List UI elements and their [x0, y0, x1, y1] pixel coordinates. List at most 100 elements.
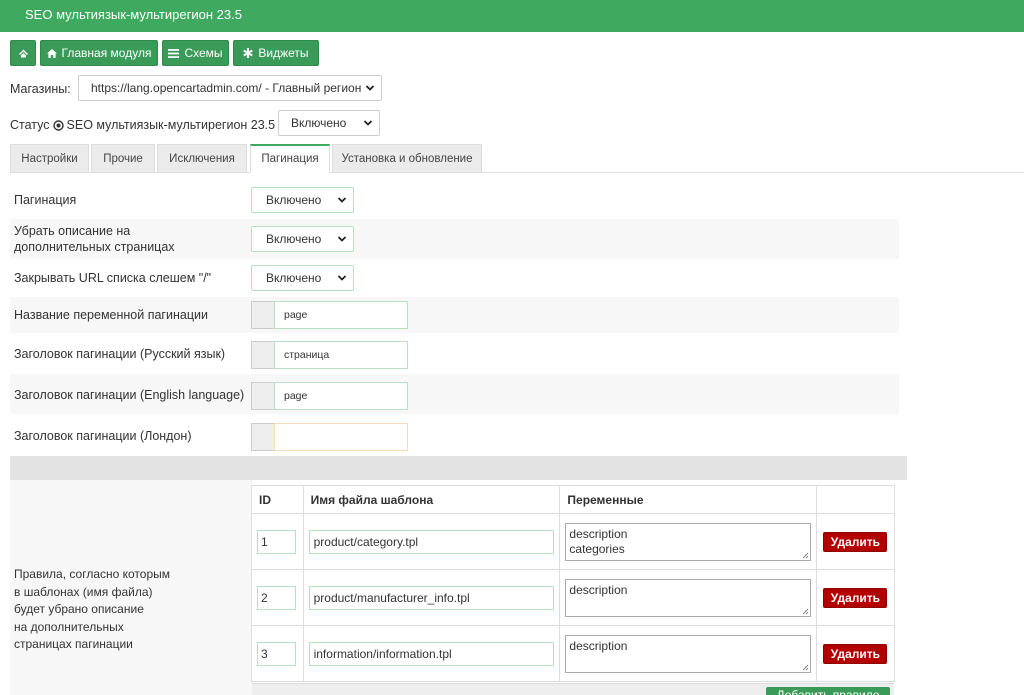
rule-vars-line: description [569, 526, 628, 541]
widgets-button[interactable]: Виджеты [233, 40, 319, 66]
module-main-label: Главная модуля [61, 46, 152, 60]
input-addon [251, 341, 274, 369]
resize-grip-icon[interactable] [802, 552, 809, 559]
pagination-select[interactable]: Включено [251, 187, 354, 213]
setting-row-var-name: Название переменной пагинации page [10, 297, 899, 333]
widgets-label: Виджеты [258, 46, 309, 60]
pagination-label: Пагинация [14, 193, 77, 207]
chevron-down-icon [337, 197, 347, 203]
rules-label: Правила, согласно которым в шаблонах (им… [14, 566, 170, 654]
tab-pagination[interactable]: Пагинация [250, 144, 330, 173]
tab-exceptions[interactable]: Исключения [157, 144, 247, 173]
remove-desc-select[interactable]: Включено [251, 226, 354, 252]
chevron-down-icon [363, 120, 373, 126]
var-name-input-group: page [251, 301, 408, 329]
section-divider [10, 456, 907, 480]
setting-row-title-london: Заголовок пагинации (Лондон) [10, 414, 899, 456]
home-icon [18, 49, 28, 58]
rule-id-input[interactable]: 1 [257, 529, 296, 554]
tab-other-label: Прочие [103, 152, 143, 165]
resize-grip-icon[interactable] [802, 664, 809, 671]
rule-vars-line: description [569, 638, 628, 653]
rules-label-line: в шаблонах (имя файла) [14, 584, 153, 599]
input-addon [251, 301, 274, 329]
table-row: 1 product/category.tpl description categ… [251, 513, 895, 570]
store-select-value: https://lang.opencartadmin.com/ - Главны… [91, 81, 362, 95]
column-header-file: Имя файла шаблона [302, 485, 561, 514]
rule-file-input[interactable]: information/information.tpl [308, 641, 554, 666]
remove-desc-label-line1: Убрать описание на [14, 224, 131, 238]
delete-rule-button[interactable]: Удалить [823, 643, 888, 664]
tab-pagination-label: Пагинация [261, 153, 319, 165]
status-label-suffix: SEO мультиязык-мультирегион 23.5 [66, 118, 276, 132]
setting-row-pagination: Пагинация Включено [10, 180, 899, 220]
chevron-down-icon [337, 236, 347, 242]
close-url-select[interactable]: Включено [251, 265, 354, 291]
rules-label-line: Правила, согласно которым [14, 567, 171, 581]
rule-vars-textarea[interactable]: description [565, 634, 812, 673]
setting-row-title-ru: Заголовок пагинации (Русский язык) стран… [10, 333, 899, 374]
input-addon [251, 423, 274, 451]
setting-row-remove-description: Убрать описание на дополнительных страни… [10, 219, 899, 259]
tab-other[interactable]: Прочие [91, 144, 155, 173]
module-title: SEO мультиязык-мультирегион 23.5 [25, 7, 242, 22]
rule-id-input[interactable]: 2 [257, 585, 296, 610]
home-button[interactable] [10, 40, 36, 66]
title-ru-label: Заголовок пагинации (Русский язык) [14, 347, 226, 361]
title-london-input-group [251, 423, 408, 451]
rules-label-line: будет убрано описание [14, 602, 144, 616]
resize-grip-icon[interactable] [802, 608, 809, 615]
table-row: 2 product/manufacturer_info.tpl descript… [251, 569, 895, 626]
rule-vars-line: categories [569, 541, 625, 556]
title-ru-input-group: страница [251, 341, 408, 369]
close-url-select-value: Включено [266, 271, 322, 285]
delete-rule-button[interactable]: Удалить [823, 587, 888, 608]
add-rule-button[interactable]: Добавить правило [766, 687, 890, 695]
tab-settings[interactable]: Настройки [10, 144, 89, 173]
rule-vars-textarea[interactable]: description [565, 578, 812, 617]
status-label: Статус SEO мультиязык-мультирегион 23.5 [10, 118, 275, 132]
column-header-vars: Переменные [559, 485, 818, 514]
close-url-label: Закрывать URL списка слешем "/" [14, 271, 212, 285]
rules-label-line: на дополнительных [14, 619, 124, 634]
column-header-id: ID [251, 485, 304, 514]
bars-icon [168, 48, 180, 58]
module-main-button[interactable]: Главная модуля [40, 40, 158, 66]
top-header: SEO мультиязык-мультирегион 23.5 [0, 0, 1024, 32]
home-icon [46, 48, 57, 58]
title-london-label: Заголовок пагинации (Лондон) [14, 429, 192, 443]
setting-row-title-en: Заголовок пагинации (English language) p… [10, 374, 899, 414]
title-london-input[interactable] [274, 423, 408, 451]
rules-label-line: страницах пагинации [14, 637, 133, 651]
var-name-input[interactable]: page [274, 301, 408, 329]
input-addon [251, 382, 274, 410]
rule-file-input[interactable]: product/manufacturer_info.tpl [308, 585, 554, 610]
setting-row-close-url: Закрывать URL списка слешем "/" Включено [10, 259, 899, 297]
asterisk-icon [243, 48, 254, 58]
remove-desc-label: Убрать описание на дополнительных страни… [14, 223, 175, 255]
var-name-label: Название переменной пагинации [14, 308, 208, 322]
tab-install-update[interactable]: Установка и обновление [332, 144, 482, 173]
rule-vars-line: description [569, 582, 628, 597]
remove-desc-label-line2: дополнительных страницах [14, 240, 175, 254]
status-select[interactable]: Включено [278, 110, 380, 136]
title-en-input[interactable]: page [274, 382, 408, 410]
rule-id-input[interactable]: 3 [257, 641, 296, 666]
tab-settings-label: Настройки [21, 152, 78, 165]
rule-vars-textarea[interactable]: description categories [565, 522, 812, 561]
title-en-label: Заголовок пагинации (English language) [14, 388, 245, 402]
tab-exceptions-label: Исключения [169, 152, 235, 165]
store-select[interactable]: https://lang.opencartadmin.com/ - Главны… [78, 75, 382, 101]
schemes-label: Схемы [184, 46, 223, 60]
rule-file-input[interactable]: product/category.tpl [308, 529, 554, 554]
chevron-down-icon [337, 275, 347, 281]
title-ru-input[interactable]: страница [274, 341, 408, 369]
status-select-value: Включено [291, 116, 347, 130]
table-row: 3 information/information.tpl descriptio… [251, 625, 895, 682]
chevron-down-icon [365, 85, 375, 91]
remove-desc-select-value: Включено [266, 232, 322, 246]
tab-install-update-label: Установка и обновление [341, 152, 473, 165]
schemes-button[interactable]: Схемы [162, 40, 229, 66]
delete-rule-button[interactable]: Удалить [823, 531, 888, 552]
tab-bar: Настройки Прочие Исключения Пагинация Ус… [10, 144, 1024, 173]
